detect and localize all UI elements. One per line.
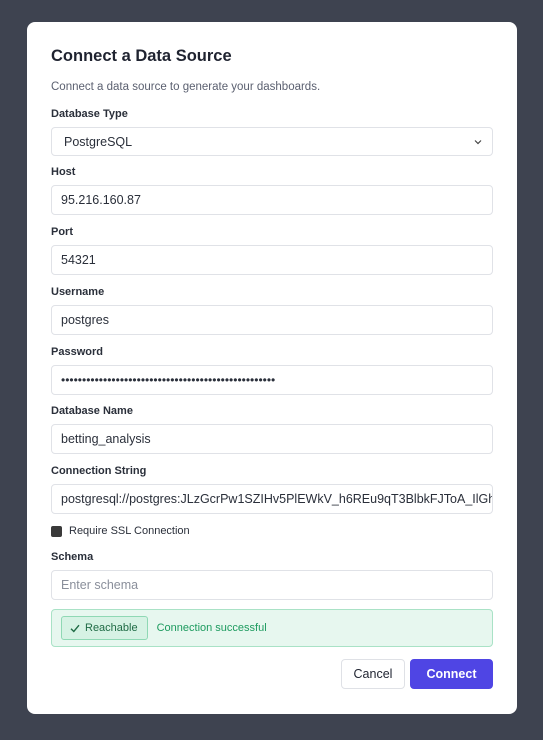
ssl-checkbox[interactable] bbox=[51, 525, 62, 537]
port-group: Port 54321 bbox=[51, 225, 493, 275]
check-icon bbox=[70, 624, 80, 633]
port-input[interactable]: 54321 bbox=[51, 245, 493, 275]
port-label: Port bbox=[51, 226, 73, 238]
password-label: Password bbox=[51, 346, 103, 358]
db-type-select[interactable]: PostgreSQL bbox=[51, 127, 493, 156]
username-group: Username postgres bbox=[51, 285, 493, 335]
cancel-button[interactable]: Cancel bbox=[341, 659, 405, 689]
connect-data-source-dialog: Connect a Data Source Connect a data sou… bbox=[27, 22, 517, 714]
dialog-title: Connect a Data Source bbox=[51, 47, 232, 65]
db-name-input[interactable]: betting_analysis bbox=[51, 424, 493, 454]
dialog-subtitle: Connect a data source to generate your d… bbox=[51, 81, 321, 93]
db-type-value: PostgreSQL bbox=[64, 134, 133, 149]
connect-button[interactable]: Connect bbox=[410, 659, 493, 689]
connection-string-label: Connection String bbox=[51, 465, 147, 477]
username-label: Username bbox=[51, 286, 105, 298]
ssl-checkbox-label: Require SSL Connection bbox=[69, 525, 190, 537]
ssl-checkbox-row[interactable]: Require SSL Connection bbox=[51, 524, 190, 538]
username-input[interactable]: postgres bbox=[51, 305, 493, 335]
db-type-label: Database Type bbox=[51, 108, 128, 120]
chevron-down-icon bbox=[473, 137, 483, 147]
password-group: Password •••••••••••••••••••••••••••••••… bbox=[51, 345, 493, 395]
reachable-badge-label: Reachable bbox=[85, 622, 138, 634]
host-input[interactable]: 95.216.160.87 bbox=[51, 185, 493, 215]
reachable-badge: Reachable bbox=[61, 616, 148, 640]
db-name-group: Database Name betting_analysis bbox=[51, 404, 493, 454]
host-label: Host bbox=[51, 166, 76, 178]
db-type-group: Database Type PostgreSQL bbox=[51, 107, 493, 156]
db-name-label: Database Name bbox=[51, 405, 133, 417]
schema-input[interactable]: Enter schema bbox=[51, 570, 493, 600]
connection-string-input[interactable]: postgresql://postgres:JLzGcrPw1SZIHv5PlE… bbox=[51, 484, 493, 514]
connection-status-bar: Reachable Connection successful bbox=[51, 609, 493, 647]
connection-string-group: Connection String postgresql://postgres:… bbox=[51, 464, 493, 514]
dialog-actions: Cancel Connect bbox=[341, 659, 493, 689]
host-group: Host 95.216.160.87 bbox=[51, 165, 493, 215]
status-message: Connection successful bbox=[156, 622, 267, 634]
schema-group: Schema Enter schema bbox=[51, 550, 493, 600]
schema-label: Schema bbox=[51, 551, 94, 563]
password-input[interactable]: ••••••••••••••••••••••••••••••••••••••••… bbox=[51, 365, 493, 395]
